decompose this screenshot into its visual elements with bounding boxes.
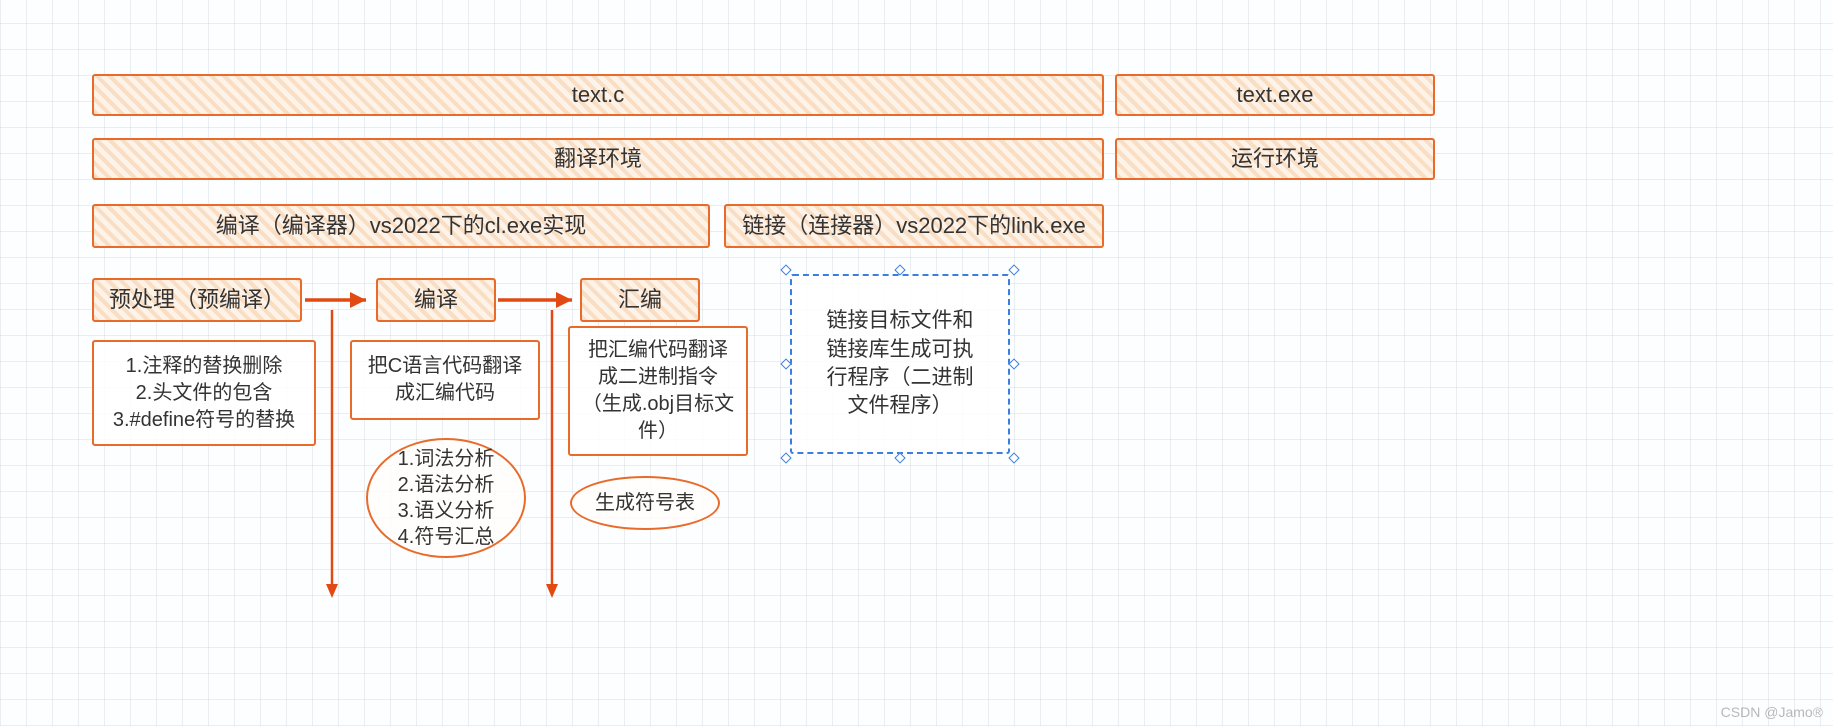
stage-preprocess-title: 预处理（预编译） [92, 278, 302, 322]
oval-symbol-table: 生成符号表 [570, 476, 720, 530]
watermark: CSDN @Jamo® [1721, 704, 1823, 720]
box-executable: text.exe [1115, 74, 1435, 116]
stage-assemble-detail: 把汇编代码翻译 成二进制指令 （生成.obj目标文 件） [568, 326, 748, 456]
box-linker: 链接（连接器）vs2022下的link.exe [724, 204, 1104, 248]
selection-handles [786, 270, 1014, 458]
stage-assemble-title: 汇编 [580, 278, 700, 322]
box-runtime-env: 运行环境 [1115, 138, 1435, 180]
stage-compile-detail: 把C语言代码翻译 成汇编代码 [350, 340, 540, 420]
stage-link-detail[interactable]: 链接目标文件和 链接库生成可执 行程序（二进制 文件程序） [790, 274, 1010, 454]
box-compiler: 编译（编译器）vs2022下的cl.exe实现 [92, 204, 710, 248]
stage-preprocess-detail: 1.注释的替换删除 2.头文件的包含 3.#define符号的替换 [92, 340, 316, 446]
stage-compile-title: 编译 [376, 278, 496, 322]
box-translate-env: 翻译环境 [92, 138, 1104, 180]
box-source-file: text.c [92, 74, 1104, 116]
oval-compile-analysis: 1.词法分析 2.语法分析 3.语义分析 4.符号汇总 [366, 438, 526, 558]
